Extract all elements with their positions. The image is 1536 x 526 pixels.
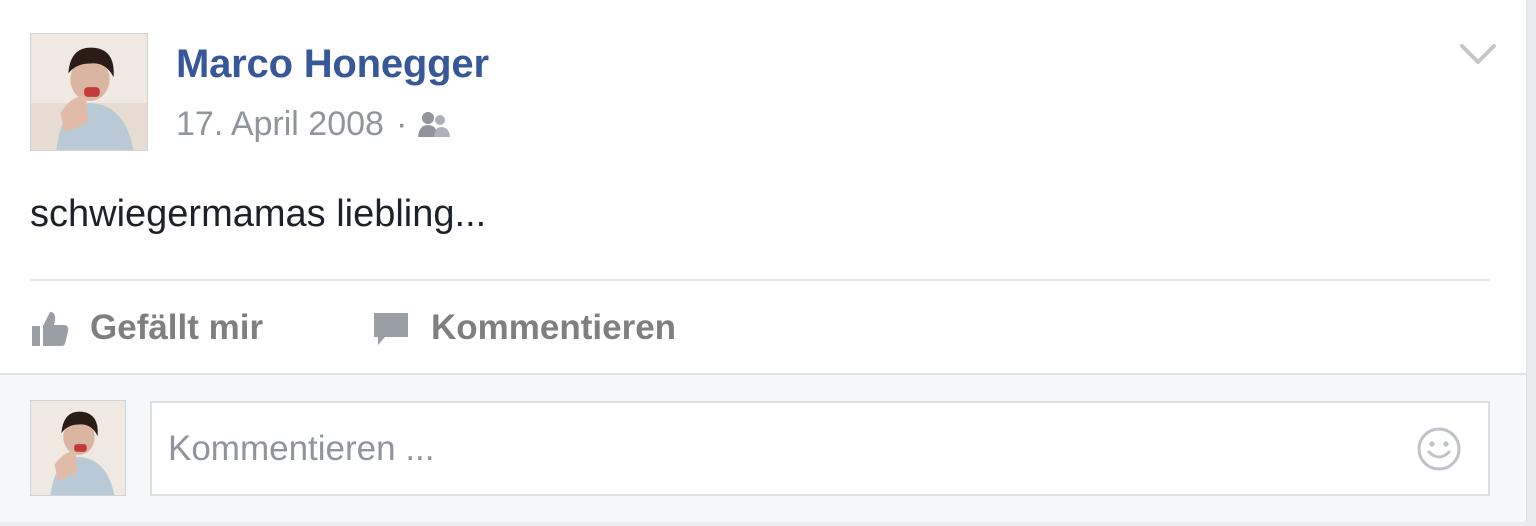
like-label: Gefällt mir — [90, 308, 264, 347]
smiley-icon[interactable] — [1416, 426, 1462, 472]
post-options-chevron-icon[interactable] — [1458, 40, 1498, 68]
author-avatar[interactable] — [30, 33, 148, 151]
post-date[interactable]: 17. April 2008 — [176, 105, 384, 144]
comment-composer — [0, 373, 1526, 522]
post-text: schwiegermamas liebling... — [30, 193, 487, 235]
comment-box[interactable] — [150, 401, 1490, 496]
friends-icon[interactable] — [417, 109, 451, 139]
comment-input[interactable] — [168, 403, 1408, 494]
post-card: Marco Honegger 17. April 2008 · schwiege… — [0, 0, 1527, 522]
current-user-avatar[interactable] — [30, 400, 126, 496]
like-button[interactable]: Gefällt mir — [30, 300, 263, 356]
avatar-photo — [31, 34, 147, 150]
comment-label: Kommentieren — [431, 308, 677, 347]
comment-bubble-icon — [374, 313, 408, 345]
current-user-avatar-photo — [31, 401, 125, 495]
comment-button[interactable]: Kommentieren — [371, 300, 676, 356]
thumbs-up-icon — [32, 312, 69, 346]
post-divider — [30, 279, 1490, 281]
post-meta: 17. April 2008 · — [176, 104, 451, 144]
meta-separator: · — [395, 104, 408, 143]
author-name[interactable]: Marco Honegger — [176, 42, 489, 87]
